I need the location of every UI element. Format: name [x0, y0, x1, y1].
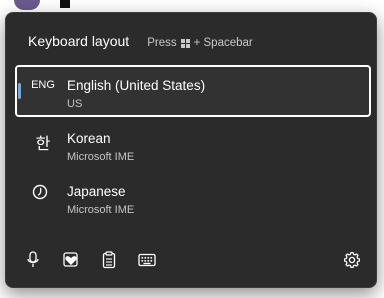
language-item-english[interactable]: ENG English (United States) US [15, 65, 371, 117]
shortcut-hint-suffix: + Spacebar [193, 37, 253, 49]
touch-keyboard-button[interactable] [136, 249, 158, 271]
background-avatar [14, 0, 40, 10]
flyout-title: Keyboard layout [28, 33, 130, 49]
background-element [60, 0, 70, 8]
clipboard-icon [102, 251, 116, 269]
windows-key-icon [180, 38, 190, 48]
microphone-icon [27, 251, 39, 267]
language-list: ENG English (United States) US 한 Korean … [15, 65, 371, 224]
language-item-japanese[interactable]: Japanese Microsoft IME [15, 171, 371, 223]
flyout-header: Keyboard layout Press + Spacebar [28, 33, 253, 49]
language-settings-button[interactable] [341, 249, 363, 271]
keyboard-layout-flyout: Keyboard layout Press + Spacebar ENG Eng… [5, 12, 377, 288]
settings-gear-icon [344, 251, 360, 268]
language-layout: US [67, 98, 83, 110]
shortcut-hint-prefix: Press [147, 37, 177, 49]
keyboard-icon [138, 253, 156, 267]
korean-ime-icon: 한 [35, 136, 51, 153]
clipboard-history-button[interactable] [98, 249, 120, 271]
bottom-toolbar [6, 245, 376, 277]
language-name: English (United States) [67, 78, 206, 93]
language-badge-eng: ENG [31, 79, 55, 91]
language-layout: Microsoft IME [67, 204, 135, 216]
language-name: Korean [67, 131, 111, 146]
voice-typing-button[interactable] [22, 249, 44, 271]
selection-indicator [18, 83, 21, 99]
language-name: Japanese [67, 184, 126, 199]
emoji-heart-icon [63, 252, 78, 267]
emoji-panel-button[interactable] [60, 249, 82, 271]
shortcut-hint: Press + Spacebar [147, 37, 253, 49]
japanese-ime-icon [32, 184, 48, 200]
language-layout: Microsoft IME [67, 151, 135, 163]
language-item-korean[interactable]: 한 Korean Microsoft IME [15, 118, 371, 170]
